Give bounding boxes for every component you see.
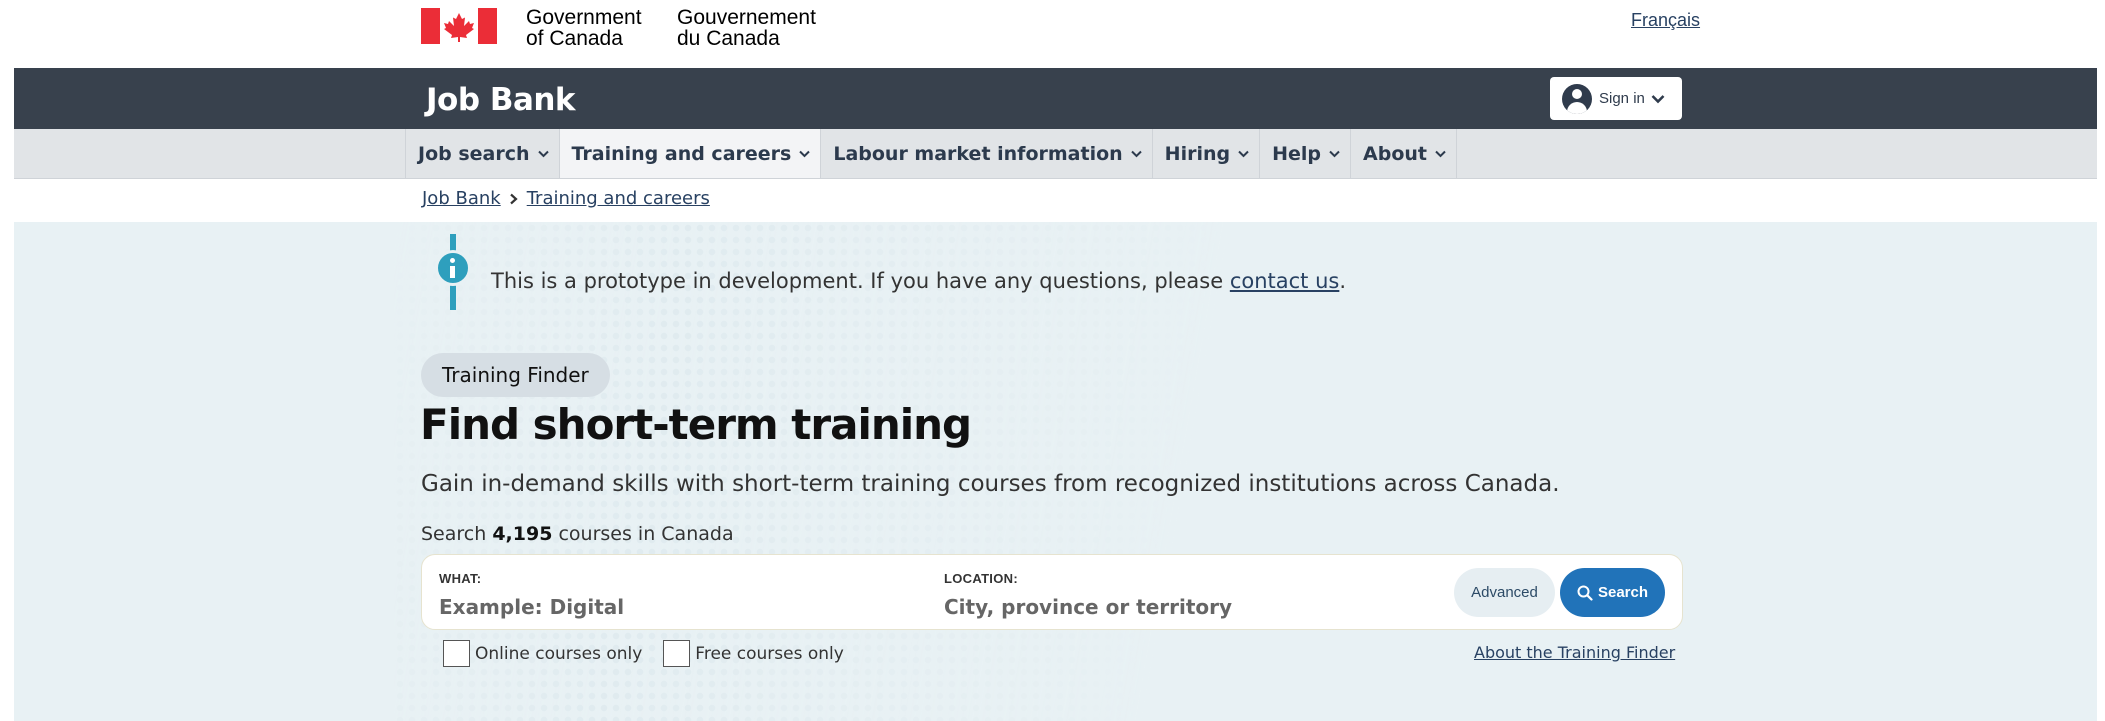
nav-item-label: Hiring xyxy=(1164,142,1231,165)
gov-header: Government of Canada Gouvernement du Can… xyxy=(0,0,2105,68)
gov-wordmark-english: Government of Canada xyxy=(526,7,642,49)
gov-wordmark-french-line1: Gouvernement xyxy=(677,6,816,29)
training-finder-hero: This is a prototype in development. If y… xyxy=(14,222,2097,721)
notice-text: This is a prototype in development. If y… xyxy=(491,269,1346,293)
chevron-down-icon xyxy=(537,150,549,157)
course-count: Search 4,195 courses in Canada xyxy=(421,523,734,545)
what-input[interactable] xyxy=(439,593,909,621)
checkbox-box[interactable] xyxy=(663,640,691,667)
page-subtitle: Gain in-demand skills with short-term tr… xyxy=(421,471,1560,497)
free-courses-checkbox[interactable]: Free courses only xyxy=(663,640,844,667)
chevron-down-icon xyxy=(1435,150,1446,157)
breadcrumb-link-job-bank[interactable]: Job Bank xyxy=(422,188,501,209)
nav-item-training-and-careers[interactable]: Training and careers xyxy=(559,129,822,178)
breadcrumb-link-training-and-careers[interactable]: Training and careers xyxy=(527,188,710,209)
nav-item-label: Job search xyxy=(418,142,530,165)
page-title: Find short-term training xyxy=(420,400,972,449)
gov-wordmark-french-line2: du Canada xyxy=(677,27,780,50)
canada-flag-icon xyxy=(421,8,497,44)
chevron-down-icon xyxy=(1130,150,1142,157)
online-courses-checkbox[interactable]: Online courses only xyxy=(443,640,642,667)
nav-item-label: Labour market information xyxy=(833,142,1123,165)
contact-us-link[interactable]: contact us xyxy=(1230,269,1340,293)
course-count-prefix: Search xyxy=(421,523,493,545)
chevron-down-icon xyxy=(799,150,811,157)
prototype-notice: This is a prototype in development. If y… xyxy=(428,234,1346,310)
search-button-label: Search xyxy=(1597,584,1649,601)
nav-item-label: About xyxy=(1363,142,1427,165)
main-nav-items: Job search Training and careers Labour m… xyxy=(405,129,1457,178)
gov-wordmark-french: Gouvernement du Canada xyxy=(677,7,816,49)
what-label: WHAT: xyxy=(439,571,482,586)
search-button[interactable]: Search xyxy=(1560,568,1665,617)
nav-item-job-search[interactable]: Job search xyxy=(405,129,560,178)
app-bar: Job Bank Sign in xyxy=(14,68,2097,129)
chevron-down-icon xyxy=(1651,94,1665,103)
course-count-suffix: courses in Canada xyxy=(552,523,734,545)
nav-item-labour-market-information[interactable]: Labour market information xyxy=(821,129,1153,178)
gov-wordmark-english-line2: of Canada xyxy=(526,27,623,50)
search-icon xyxy=(1577,585,1593,601)
search-form: WHAT: LOCATION: Advanced Search xyxy=(421,554,1683,630)
language-toggle-link[interactable]: Français xyxy=(1631,10,1700,31)
about-training-finder-link[interactable]: About the Training Finder xyxy=(1474,643,1675,662)
user-avatar-icon xyxy=(1562,83,1592,114)
chevron-down-icon xyxy=(1238,150,1249,157)
signin-label: Sign in xyxy=(1599,90,1645,107)
advanced-search-button[interactable]: Advanced xyxy=(1454,568,1555,617)
main-nav: Job search Training and careers Labour m… xyxy=(14,129,2097,179)
online-courses-label: Online courses only xyxy=(475,643,643,664)
checkbox-box[interactable] xyxy=(443,640,470,667)
app-title[interactable]: Job Bank xyxy=(426,82,576,118)
breadcrumb: Job Bank Training and careers xyxy=(422,188,710,209)
nav-item-label: Help xyxy=(1272,142,1322,165)
chevron-down-icon xyxy=(1329,150,1340,157)
nav-item-label: Training and careers xyxy=(571,142,792,165)
chevron-right-icon xyxy=(509,193,518,204)
course-count-value: 4,195 xyxy=(492,523,553,545)
location-label: LOCATION: xyxy=(944,571,1018,586)
gov-wordmark-english-line1: Government xyxy=(526,6,642,29)
nav-item-help[interactable]: Help xyxy=(1260,129,1352,178)
search-filters: Online courses only Free courses only xyxy=(443,640,865,667)
notice-text-after: . xyxy=(1339,269,1347,293)
nav-item-about[interactable]: About xyxy=(1351,129,1457,178)
signin-button[interactable]: Sign in xyxy=(1550,77,1682,120)
free-courses-label: Free courses only xyxy=(695,643,844,664)
training-finder-pill: Training Finder xyxy=(421,353,610,397)
nav-item-hiring[interactable]: Hiring xyxy=(1153,129,1261,178)
location-input[interactable] xyxy=(944,593,1424,621)
info-icon xyxy=(435,250,471,286)
notice-text-before: This is a prototype in development. If y… xyxy=(491,269,1230,293)
